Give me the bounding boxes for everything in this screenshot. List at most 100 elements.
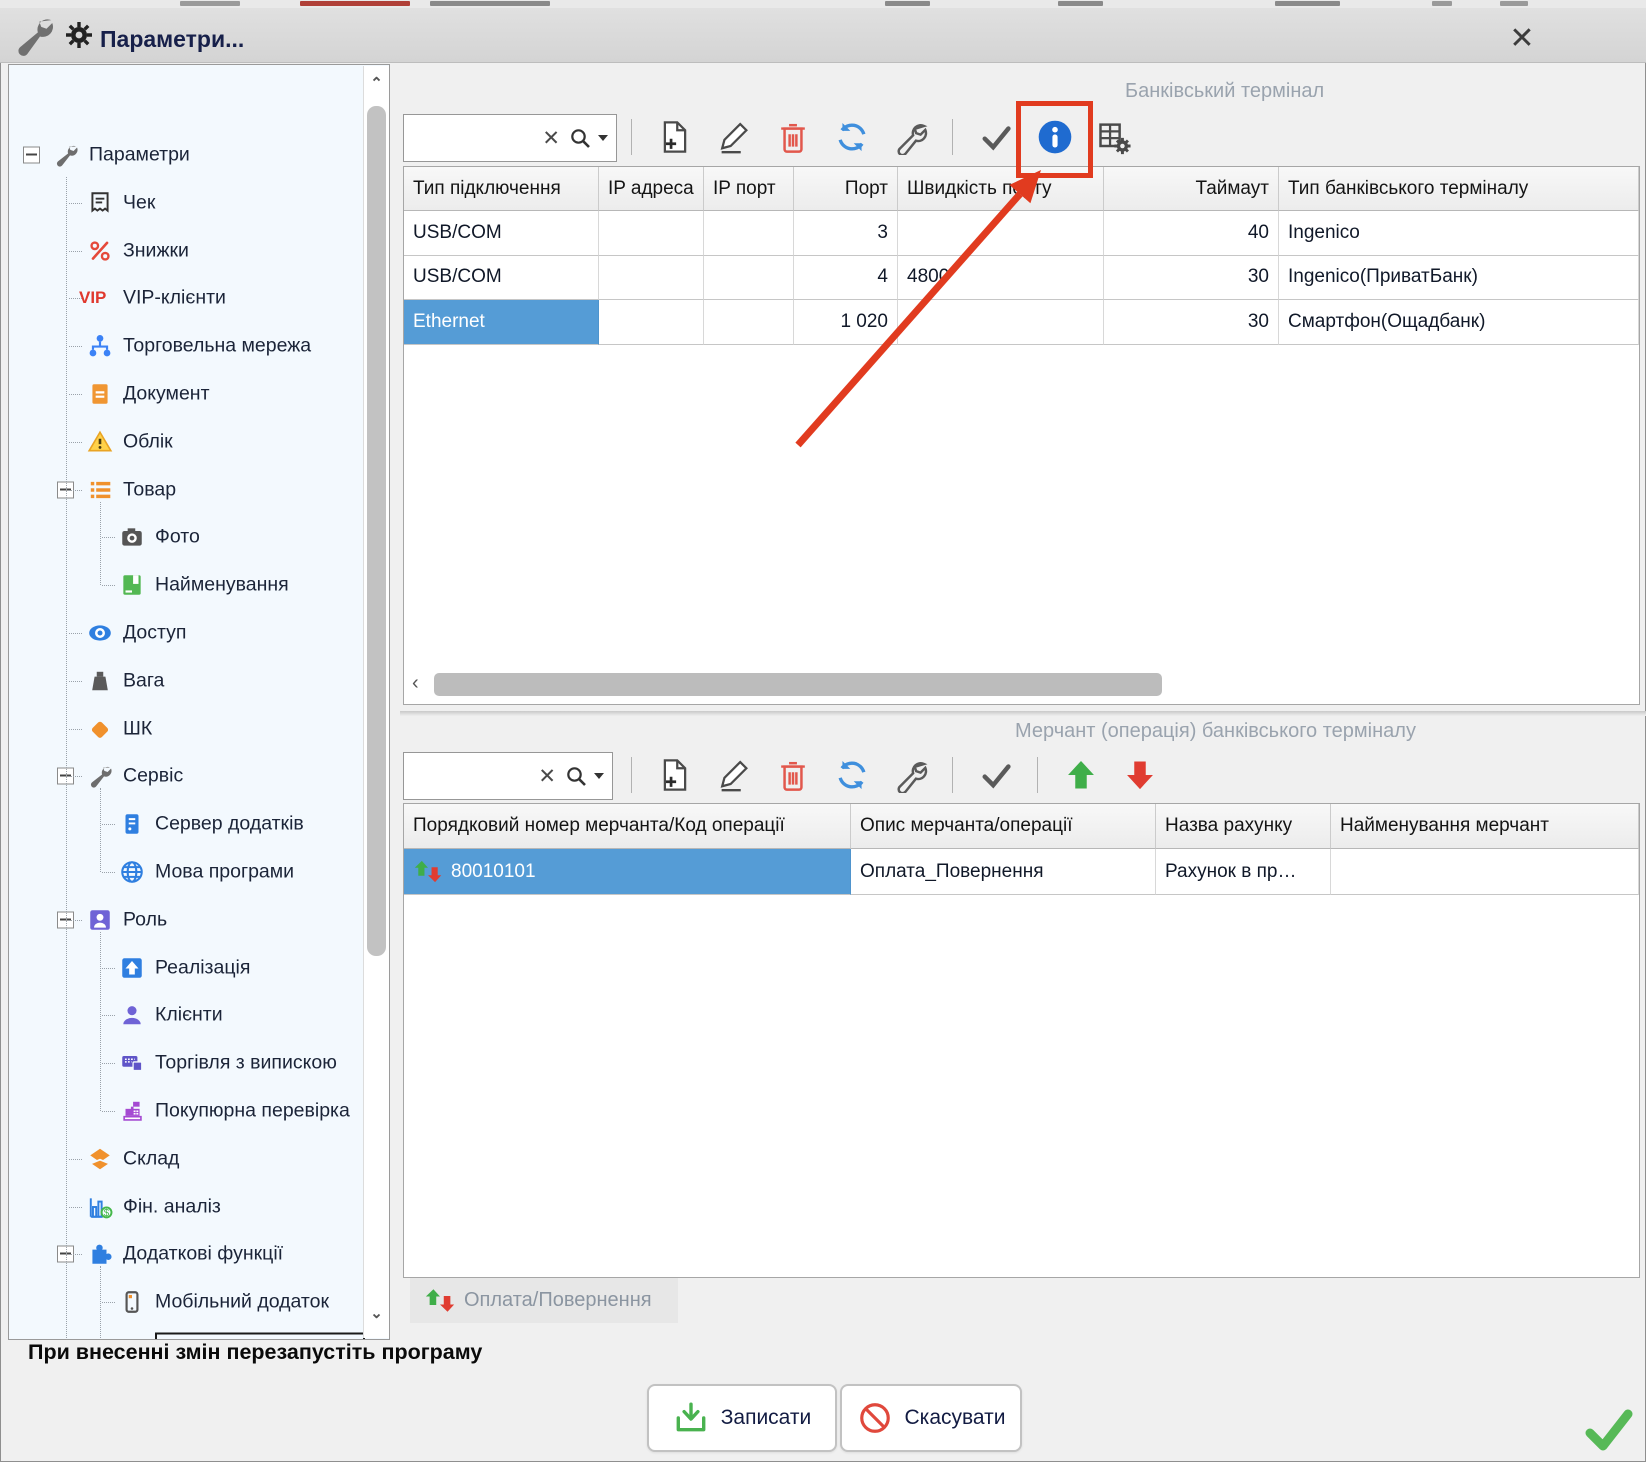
sidebar-item-мобільний-додаток[interactable]: Мобільний додаток bbox=[9, 1278, 361, 1326]
sidebar-item-сервіс[interactable]: Сервіс bbox=[9, 752, 361, 800]
sidebar-item-сервер-додатків[interactable]: Сервер додатків bbox=[9, 800, 361, 848]
table-cell[interactable] bbox=[599, 300, 704, 345]
table-cell[interactable]: 30 bbox=[1104, 300, 1279, 345]
confirm-icon[interactable] bbox=[978, 757, 1014, 793]
sidebar-item-роль[interactable]: Роль bbox=[9, 896, 361, 944]
column-header[interactable]: Тип банківського терміналу bbox=[1279, 167, 1639, 211]
sidebar-item-банківський-термінал[interactable]: Банківський термінал bbox=[9, 1326, 361, 1340]
save-button[interactable]: Записати bbox=[647, 1384, 837, 1452]
up-down-arrows-icon[interactable] bbox=[413, 859, 443, 884]
column-header[interactable]: Порт bbox=[794, 167, 898, 211]
clear-search-icon[interactable]: ✕ bbox=[538, 764, 556, 789]
search-icon[interactable] bbox=[568, 126, 592, 150]
sidebar-item-мова-програми[interactable]: Мова програми bbox=[9, 848, 361, 896]
hscroll-left-icon[interactable]: ‹ bbox=[412, 672, 419, 695]
scroll-down-icon[interactable]: ⌄ bbox=[364, 1304, 389, 1322]
column-header[interactable]: Найменування мерчант bbox=[1331, 804, 1639, 849]
delete-icon[interactable] bbox=[775, 757, 811, 793]
tab-payment-refund[interactable]: Оплата/Повернення bbox=[410, 1278, 678, 1323]
sidebar-item-облік[interactable]: Облік bbox=[9, 418, 361, 466]
table-cell[interactable]: Ingenico(ПриватБанк) bbox=[1279, 256, 1639, 301]
table-cell[interactable] bbox=[704, 300, 794, 345]
close-icon[interactable]: ✕ bbox=[1502, 20, 1542, 58]
sidebar-item-найменування[interactable]: Найменування bbox=[9, 561, 361, 609]
tree-scrollbar[interactable]: ⌃ ⌄ bbox=[363, 66, 389, 1338]
table-cell[interactable] bbox=[898, 300, 1104, 345]
refresh-icon[interactable] bbox=[834, 757, 870, 793]
tree-scrollbar-thumb[interactable] bbox=[367, 106, 386, 956]
sidebar-item-реалізація[interactable]: Реалізація bbox=[9, 944, 361, 992]
table-cell[interactable]: 4800 bbox=[898, 256, 1104, 301]
search-icon[interactable] bbox=[564, 764, 588, 788]
search-options-caret-icon[interactable] bbox=[598, 135, 608, 141]
table-cell[interactable]: 30 bbox=[1104, 256, 1279, 301]
sidebar-item-вага[interactable]: Вага bbox=[9, 657, 361, 705]
cancel-button[interactable]: Скасувати bbox=[840, 1384, 1022, 1452]
panel-splitter[interactable] bbox=[400, 711, 1646, 716]
sidebar-item-label: Облік bbox=[123, 430, 173, 453]
column-header[interactable]: Порядковий номер мерчанта/Код операції bbox=[404, 804, 851, 849]
sidebar-item-фото[interactable]: Фото bbox=[9, 513, 361, 561]
sidebar-item-торгівля-з-випискою[interactable]: Торгівля з випискою bbox=[9, 1039, 361, 1087]
sidebar-item-документ[interactable]: Документ bbox=[9, 370, 361, 418]
table-cell[interactable]: 40 bbox=[1104, 211, 1279, 256]
sidebar-item-чек[interactable]: Чек bbox=[9, 179, 361, 227]
clear-search-icon[interactable]: ✕ bbox=[542, 126, 560, 151]
background-window-fragment bbox=[1058, 1, 1103, 6]
delete-icon[interactable] bbox=[775, 119, 811, 155]
sidebar-item-додаткові-функції[interactable]: Додаткові функції bbox=[9, 1230, 361, 1278]
refresh-icon[interactable] bbox=[834, 119, 870, 155]
table-cell[interactable]: Смартфон(Ощадбанк) bbox=[1279, 300, 1639, 345]
table-cell[interactable]: Ethernet bbox=[404, 300, 599, 345]
move-up-icon[interactable] bbox=[1063, 757, 1099, 793]
move-down-icon[interactable] bbox=[1122, 757, 1158, 793]
table-cell[interactable] bbox=[599, 256, 704, 301]
sidebar-item-покупюрна-перевірка[interactable]: Покупюрна перевірка bbox=[9, 1087, 361, 1135]
sidebar-item-склад[interactable]: Склад bbox=[9, 1135, 361, 1183]
table-cell[interactable]: 3 bbox=[794, 211, 898, 256]
edit-icon[interactable] bbox=[716, 757, 752, 793]
confirm-icon[interactable] bbox=[978, 119, 1014, 155]
sidebar-item-параметри[interactable]: Параметри bbox=[9, 131, 361, 179]
scroll-up-icon[interactable]: ⌃ bbox=[364, 74, 389, 92]
table-cell[interactable]: USB/COM bbox=[404, 211, 599, 256]
sidebar-item-шк[interactable]: ШК bbox=[9, 705, 361, 753]
column-header[interactable]: IP адреса bbox=[599, 167, 704, 211]
column-header[interactable]: Тип підключення bbox=[404, 167, 599, 211]
table-settings-icon[interactable] bbox=[1096, 119, 1132, 155]
terminal-search-input[interactable]: ✕ bbox=[403, 114, 617, 162]
column-header[interactable]: Опис мерчанта/операції bbox=[851, 804, 1156, 849]
merchant-search-input[interactable]: ✕ bbox=[403, 752, 613, 800]
table-cell[interactable] bbox=[704, 256, 794, 301]
table-cell[interactable]: 1 020 bbox=[794, 300, 898, 345]
ok-check-icon[interactable] bbox=[1584, 1408, 1634, 1452]
table-cell[interactable] bbox=[898, 211, 1104, 256]
sidebar-item-торговельна-мережа[interactable]: Торговельна мережа bbox=[9, 322, 361, 370]
table-cell[interactable]: Рахунок в пр… bbox=[1156, 849, 1331, 895]
table-cell[interactable] bbox=[704, 211, 794, 256]
add-icon[interactable] bbox=[657, 119, 693, 155]
table-cell[interactable]: Оплата_Повернення bbox=[851, 849, 1156, 895]
sidebar-item-vip-клієнти[interactable]: VIPVIP-клієнти bbox=[9, 274, 361, 322]
terminal-hscrollbar-thumb[interactable] bbox=[434, 673, 1162, 696]
sidebar-item-знижки[interactable]: Знижки bbox=[9, 227, 361, 275]
column-header[interactable]: Таймаут bbox=[1104, 167, 1279, 211]
column-header[interactable]: Назва рахунку bbox=[1156, 804, 1331, 849]
table-cell[interactable]: 80010101 bbox=[404, 849, 851, 895]
sidebar-item-доступ[interactable]: Доступ bbox=[9, 609, 361, 657]
table-cell[interactable]: 4 bbox=[794, 256, 898, 301]
table-cell[interactable] bbox=[599, 211, 704, 256]
table-cell[interactable] bbox=[1331, 849, 1639, 895]
collapse-icon[interactable] bbox=[23, 147, 40, 164]
add-icon[interactable] bbox=[657, 757, 693, 793]
sidebar-item-клієнти[interactable]: Клієнти bbox=[9, 991, 361, 1039]
settings-icon[interactable] bbox=[893, 757, 929, 793]
table-cell[interactable]: USB/COM bbox=[404, 256, 599, 301]
settings-icon[interactable] bbox=[893, 119, 929, 155]
edit-icon[interactable] bbox=[716, 119, 752, 155]
search-options-caret-icon[interactable] bbox=[594, 773, 604, 779]
column-header[interactable]: IP порт bbox=[704, 167, 794, 211]
sidebar-item-фін-аналіз[interactable]: Фін. аналіз bbox=[9, 1183, 361, 1231]
table-cell[interactable]: Ingenico bbox=[1279, 211, 1639, 256]
sidebar-item-товар[interactable]: Товар bbox=[9, 466, 361, 514]
